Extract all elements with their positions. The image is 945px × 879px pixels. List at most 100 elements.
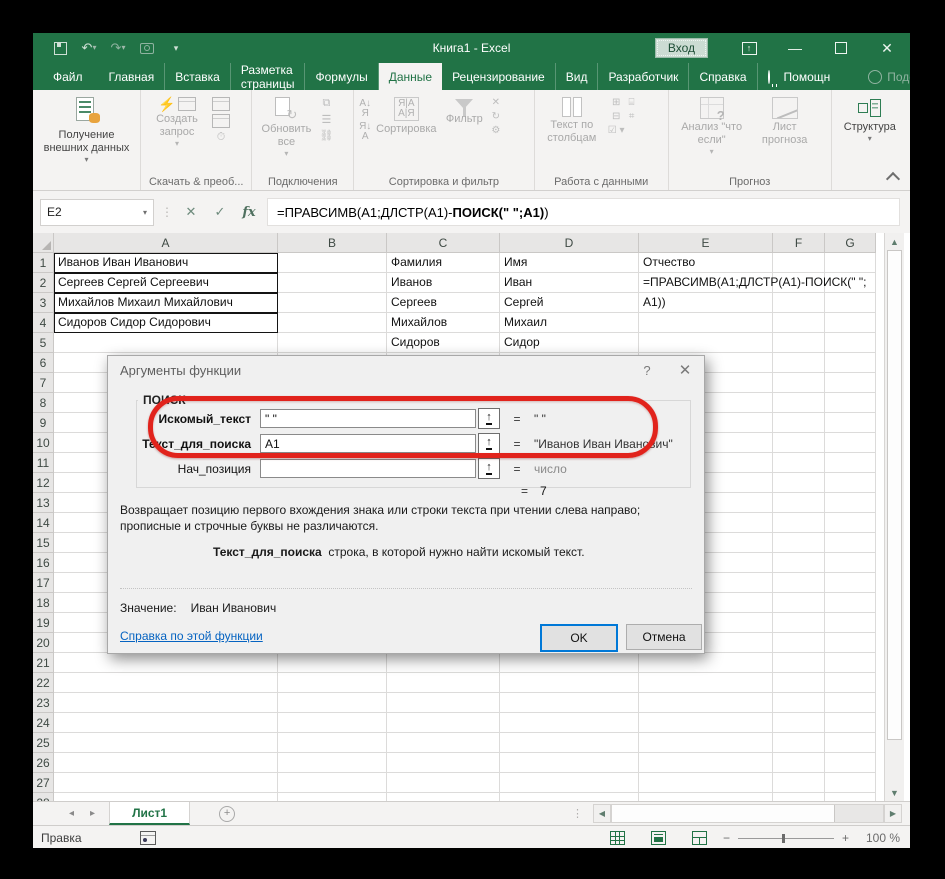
cancel-button[interactable]: Отмена (626, 624, 702, 650)
tab-Формулы[interactable]: Формулы (305, 63, 378, 90)
row-header-26[interactable]: 26 (33, 753, 54, 773)
tab-Рецензирование[interactable]: Рецензирование (442, 63, 556, 90)
row-header-9[interactable]: 9 (33, 413, 54, 433)
select-all-corner[interactable] (33, 233, 54, 253)
cell-F6[interactable] (773, 353, 825, 373)
normal-view-icon[interactable] (610, 831, 625, 845)
scroll-right-icon[interactable]: ▶ (884, 804, 902, 823)
cell-C1[interactable]: Фамилия (387, 253, 500, 273)
cell-A4[interactable]: Сидоров Сидор Сидорович (54, 313, 278, 333)
zoom-in-icon[interactable]: + (842, 831, 849, 845)
row-header-20[interactable]: 20 (33, 633, 54, 653)
cell-B27[interactable] (278, 773, 387, 793)
row-header-19[interactable]: 19 (33, 613, 54, 633)
row-header-18[interactable]: 18 (33, 593, 54, 613)
cell-D2[interactable]: Иван (500, 273, 639, 293)
cell-E4[interactable] (639, 313, 773, 333)
cell-E28[interactable] (639, 793, 773, 801)
cell-G18[interactable] (825, 593, 876, 613)
cell-G7[interactable] (825, 373, 876, 393)
row-header-15[interactable]: 15 (33, 533, 54, 553)
cell-E21[interactable] (639, 653, 773, 673)
cell-E22[interactable] (639, 673, 773, 693)
cell-F21[interactable] (773, 653, 825, 673)
cell-F3[interactable] (773, 293, 825, 313)
cell-A25[interactable] (54, 733, 278, 753)
cell-F19[interactable] (773, 613, 825, 633)
row-header-28[interactable]: 28 (33, 793, 54, 801)
name-box-arrow-icon[interactable]: ▾ (143, 208, 147, 217)
zoom-level[interactable]: 100 % (866, 831, 900, 845)
column-header-C[interactable]: C (387, 233, 500, 253)
horizontal-scroll-track[interactable] (611, 804, 884, 823)
zoom-out-icon[interactable]: − (723, 831, 730, 845)
tab-file[interactable]: Файл (37, 63, 99, 90)
cancel-entry-icon[interactable]: ✕ (180, 204, 202, 220)
cell-B4[interactable] (278, 313, 387, 333)
cell-F8[interactable] (773, 393, 825, 413)
row-header-3[interactable]: 3 (33, 293, 54, 313)
row-header-10[interactable]: 10 (33, 433, 54, 453)
close-button[interactable]: ✕ (864, 33, 910, 63)
function-help-link[interactable]: Справка по этой функции (120, 629, 263, 643)
cell-C28[interactable] (387, 793, 500, 801)
cell-F12[interactable] (773, 473, 825, 493)
cell-B21[interactable] (278, 653, 387, 673)
tab-Разработчик[interactable]: Разработчик (598, 63, 689, 90)
collapse-dialog-icon[interactable]: ↑ (478, 458, 500, 479)
cell-C23[interactable] (387, 693, 500, 713)
cell-B25[interactable] (278, 733, 387, 753)
cell-C24[interactable] (387, 713, 500, 733)
cell-A1[interactable]: Иванов Иван Иванович (54, 253, 278, 273)
cell-F24[interactable] (773, 713, 825, 733)
cell-C27[interactable] (387, 773, 500, 793)
vertical-scrollbar[interactable]: ▲ ▼ (884, 233, 904, 801)
argument-input-Нач_позиция[interactable] (260, 459, 476, 478)
cell-F4[interactable] (773, 313, 825, 333)
column-header-F[interactable]: F (773, 233, 825, 253)
cell-B1[interactable] (278, 253, 387, 273)
cell-C4[interactable]: Михайлов (387, 313, 500, 333)
cell-D3[interactable]: Сергей (500, 293, 639, 313)
camera-icon[interactable] (140, 41, 154, 55)
cell-D4[interactable]: Михаил (500, 313, 639, 333)
cell-A5[interactable] (54, 333, 278, 353)
cell-G19[interactable] (825, 613, 876, 633)
row-header-21[interactable]: 21 (33, 653, 54, 673)
cell-G26[interactable] (825, 753, 876, 773)
column-header-E[interactable]: E (639, 233, 773, 253)
cell-F17[interactable] (773, 573, 825, 593)
row-header-16[interactable]: 16 (33, 553, 54, 573)
cell-G12[interactable] (825, 473, 876, 493)
zoom-slider[interactable] (738, 838, 834, 839)
tab-Разметка страницы[interactable]: Разметка страницы (231, 63, 306, 90)
cell-A3[interactable]: Михайлов Михаил Михайлович (54, 293, 278, 313)
page-layout-view-icon[interactable] (651, 831, 666, 845)
cell-A21[interactable] (54, 653, 278, 673)
sheet-tab-list1[interactable]: Лист1 (109, 802, 190, 825)
cell-D1[interactable]: Имя (500, 253, 639, 273)
row-header-11[interactable]: 11 (33, 453, 54, 473)
row-header-12[interactable]: 12 (33, 473, 54, 493)
row-header-23[interactable]: 23 (33, 693, 54, 713)
cell-F26[interactable] (773, 753, 825, 773)
row-header-1[interactable]: 1 (33, 253, 54, 273)
row-header-14[interactable]: 14 (33, 513, 54, 533)
cell-F28[interactable] (773, 793, 825, 801)
cell-E24[interactable] (639, 713, 773, 733)
cell-E25[interactable] (639, 733, 773, 753)
cell-D23[interactable] (500, 693, 639, 713)
cell-G11[interactable] (825, 453, 876, 473)
tab-Данные[interactable]: Данные (379, 63, 442, 90)
cell-F5[interactable] (773, 333, 825, 353)
horizontal-scroll-thumb[interactable] (612, 805, 835, 822)
cell-A22[interactable] (54, 673, 278, 693)
cell-B24[interactable] (278, 713, 387, 733)
scroll-up-icon[interactable]: ▲ (885, 233, 904, 250)
cell-G9[interactable] (825, 413, 876, 433)
cell-B23[interactable] (278, 693, 387, 713)
tab-assistant[interactable]: Помощн (774, 63, 841, 90)
cell-E23[interactable] (639, 693, 773, 713)
cell-F1[interactable] (773, 253, 825, 273)
row-header-7[interactable]: 7 (33, 373, 54, 393)
